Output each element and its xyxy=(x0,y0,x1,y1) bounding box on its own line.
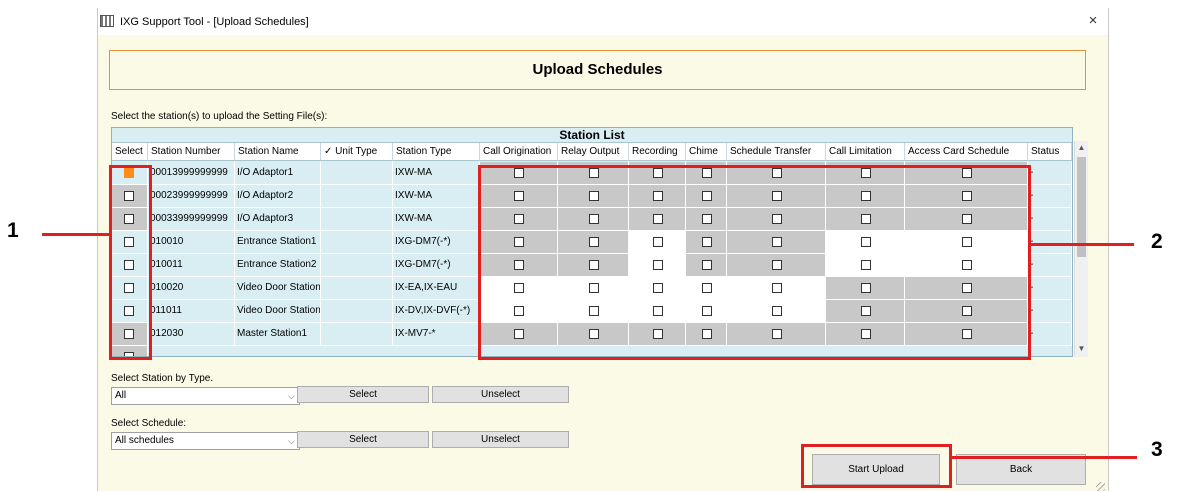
resize-grip[interactable] xyxy=(1096,482,1105,491)
unit-type-cell xyxy=(321,185,393,208)
callout-number-2: 2 xyxy=(1151,230,1163,253)
select-type-button[interactable]: Select xyxy=(297,386,429,403)
unselect-schedule-button[interactable]: Unselect xyxy=(432,431,569,448)
column-header-station-number[interactable]: Station Number xyxy=(148,143,235,161)
column-header-schedule-transfer[interactable]: Schedule Transfer xyxy=(727,143,826,161)
station-type-cell: IXW-MA xyxy=(393,185,480,208)
scroll-down-icon[interactable]: ▼ xyxy=(1075,342,1088,356)
callout-box-schedule-columns xyxy=(478,165,1031,360)
station-type-cell: IX-MV7-* xyxy=(393,323,480,346)
callout-line-1 xyxy=(42,233,109,236)
select-schedule-label: Select Schedule: xyxy=(111,418,187,429)
chevron-down-icon: ⌵ xyxy=(288,436,295,446)
station-name-cell: I/O Adaptor2 xyxy=(235,185,321,208)
status-cell: - xyxy=(1028,162,1072,185)
station-number-cell: 010011 xyxy=(148,254,235,277)
page-title: Upload Schedules xyxy=(109,50,1086,90)
chevron-down-icon: ⌵ xyxy=(288,391,295,401)
station-type-value: All xyxy=(115,390,127,401)
callout-line-2 xyxy=(1031,243,1134,246)
callout-box-start-upload xyxy=(801,444,952,488)
station-name-cell: I/O Adaptor3 xyxy=(235,208,321,231)
status-cell: - xyxy=(1028,277,1072,300)
column-header-call-origination[interactable]: Call Origination xyxy=(480,143,558,161)
station-number-cell: 00013999999999 xyxy=(148,162,235,185)
station-type-cell: IXW-MA xyxy=(393,162,480,185)
vertical-scrollbar[interactable]: ▲ ▼ xyxy=(1074,141,1088,357)
station-number-cell: 011011 xyxy=(148,300,235,323)
station-type-cell: IXW-MA xyxy=(393,208,480,231)
station-name-cell: Entrance Station1 xyxy=(235,231,321,254)
column-header-access-card-schedule[interactable]: Access Card Schedule xyxy=(905,143,1028,161)
station-number-cell: 010020 xyxy=(148,277,235,300)
column-header-status[interactable]: Status xyxy=(1028,143,1072,161)
status-cell: - xyxy=(1028,208,1072,231)
column-header-station-name[interactable]: Station Name xyxy=(235,143,321,161)
unit-type-cell xyxy=(321,162,393,185)
station-list-title: Station List xyxy=(112,128,1072,143)
instruction-text: Select the station(s) to upload the Sett… xyxy=(111,111,328,122)
callout-line-3 xyxy=(952,456,1137,459)
station-type-cell: IX-DV,IX-DVF(-*) xyxy=(393,300,480,323)
column-header-select[interactable]: Select xyxy=(112,143,148,161)
station-name-cell: Master Station1 xyxy=(235,323,321,346)
station-type-cell: IXG-DM7(-*) xyxy=(393,231,480,254)
callout-number-1: 1 xyxy=(7,219,19,242)
title-bar: IXG Support Tool - [Upload Schedules] × xyxy=(98,8,1108,35)
status-cell: - xyxy=(1028,300,1072,323)
status-cell: - xyxy=(1028,254,1072,277)
column-header-unit-type[interactable]: ✓ Unit Type xyxy=(321,143,393,161)
station-number-cell: 00023999999999 xyxy=(148,185,235,208)
select-by-type-label: Select Station by Type. xyxy=(111,373,214,384)
schedule-value: All schedules xyxy=(115,435,174,446)
callout-number-3: 3 xyxy=(1151,438,1163,461)
station-type-cell: IX-EA,IX-EAU xyxy=(393,277,480,300)
close-button[interactable]: × xyxy=(1083,12,1103,30)
unit-type-cell xyxy=(321,323,393,346)
window-title: IXG Support Tool - [Upload Schedules] xyxy=(120,16,309,28)
status-cell: - xyxy=(1028,185,1072,208)
unit-type-cell xyxy=(321,254,393,277)
status-cell: - xyxy=(1028,323,1072,346)
column-header-recording[interactable]: Recording xyxy=(629,143,686,161)
select-schedule-button[interactable]: Select xyxy=(297,431,429,448)
column-header-chime[interactable]: Chime xyxy=(686,143,727,161)
station-name-cell: I/O Adaptor1 xyxy=(235,162,321,185)
station-number-cell: 012030 xyxy=(148,323,235,346)
callout-box-select-column xyxy=(109,165,152,360)
unit-type-cell xyxy=(321,231,393,254)
station-name-cell: Video Door Station1 xyxy=(235,300,321,323)
station-name-cell: Entrance Station2 xyxy=(235,254,321,277)
unit-type-cell xyxy=(321,300,393,323)
unselect-type-button[interactable]: Unselect xyxy=(432,386,569,403)
station-type-cell: IXG-DM7(-*) xyxy=(393,254,480,277)
station-number-cell: 010010 xyxy=(148,231,235,254)
unit-type-cell xyxy=(321,277,393,300)
unit-type-cell xyxy=(321,208,393,231)
scroll-up-icon[interactable]: ▲ xyxy=(1075,141,1088,155)
column-header-station-type[interactable]: Station Type xyxy=(393,143,480,161)
station-name-cell: Video Door Station1 xyxy=(235,277,321,300)
schedule-dropdown[interactable]: All schedules ⌵ xyxy=(111,432,300,450)
column-header-relay-output[interactable]: Relay Output xyxy=(558,143,629,161)
station-type-dropdown[interactable]: All ⌵ xyxy=(111,387,300,405)
station-number-cell: 00033999999999 xyxy=(148,208,235,231)
scroll-thumb[interactable] xyxy=(1077,157,1086,257)
column-header-call-limitation[interactable]: Call Limitation xyxy=(826,143,905,161)
app-icon xyxy=(100,15,114,27)
